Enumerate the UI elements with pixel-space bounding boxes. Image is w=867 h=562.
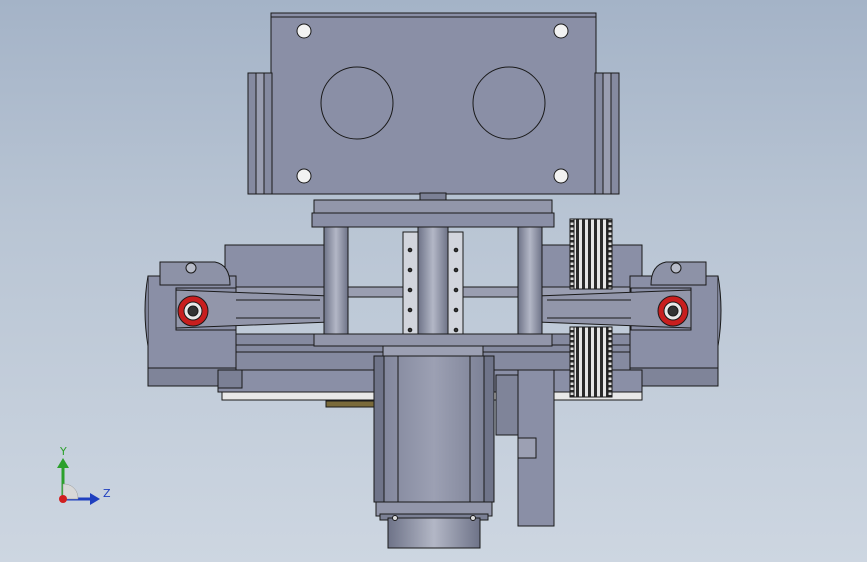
- bolt-hole: [553, 23, 569, 39]
- motor-encoder: [387, 517, 481, 549]
- graphics-viewport[interactable]: Y Z: [0, 0, 867, 562]
- drive-motor[interactable]: [373, 345, 495, 549]
- lower-flange[interactable]: [313, 333, 553, 347]
- guide-pillar-right[interactable]: [517, 226, 543, 336]
- upper-flange[interactable]: [311, 199, 555, 228]
- right-bushing: [657, 295, 689, 327]
- shim-plate: [325, 400, 375, 408]
- z-axis-label: Z: [103, 487, 111, 500]
- bearing-bore-left: [320, 66, 394, 140]
- y-axis-label: Y: [59, 445, 67, 458]
- right-end-motor[interactable]: [650, 261, 707, 286]
- gearbox-housing[interactable]: [247, 12, 620, 195]
- lead-screw[interactable]: [402, 226, 464, 338]
- view-orientation-triad: Y Z: [57, 445, 111, 505]
- bolt-hole: [553, 168, 569, 184]
- left-bushing: [177, 295, 209, 327]
- bearing-bore-right: [472, 66, 546, 140]
- cad-model-view[interactable]: Y Z: [0, 0, 867, 562]
- lower-spur-gear[interactable]: [569, 326, 613, 398]
- left-end-motor[interactable]: [159, 261, 231, 286]
- bolt-hole: [296, 168, 312, 184]
- z-axis-arrowhead: [90, 493, 100, 505]
- y-axis-arrowhead: [57, 458, 69, 468]
- motor-side-bracket[interactable]: [495, 369, 555, 527]
- bolt-hole: [296, 23, 312, 39]
- upper-spur-gear[interactable]: [569, 218, 613, 290]
- x-axis-dot: [59, 495, 67, 503]
- guide-pillar-left[interactable]: [323, 226, 349, 336]
